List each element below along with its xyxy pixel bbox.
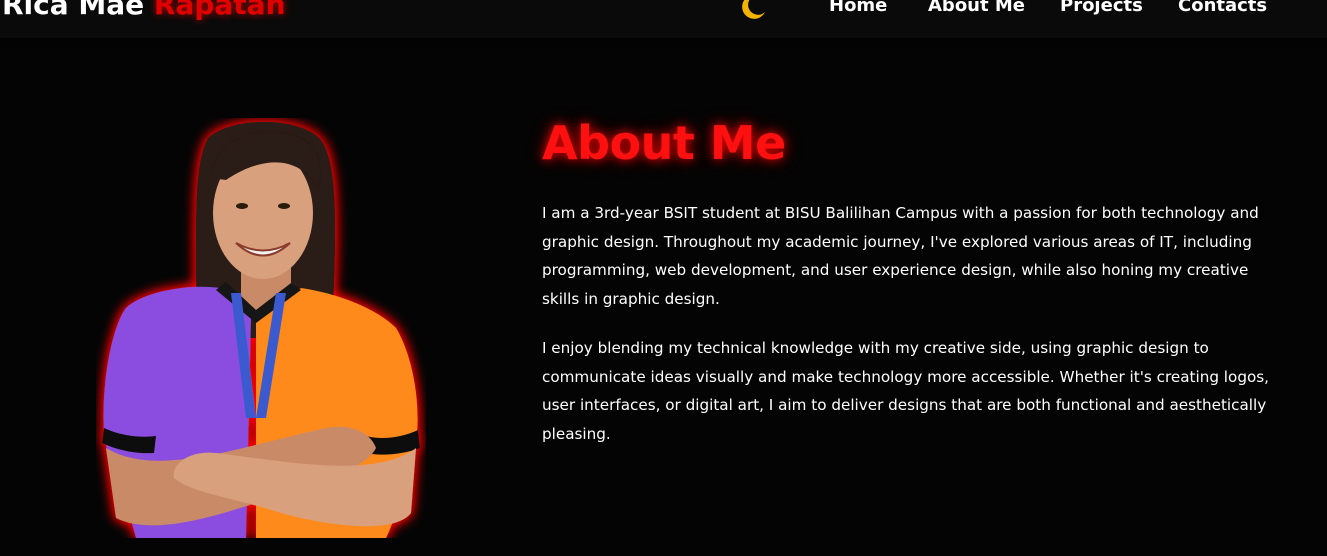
about-paragraph-2: I enjoy blending my technical knowledge … [542,339,1269,443]
profile-photo [102,121,420,538]
about-title: About Me [542,116,786,170]
brand-first-name: Rica Mae [2,0,145,21]
about-paragraph-1: I am a 3rd-year BSIT student at BISU Bal… [542,204,1259,308]
nav-link-about-me[interactable]: About Me [928,0,1025,16]
portfolio-page: Rica Mae Rapatan Home About Me Projects … [0,0,1327,556]
moon-icon[interactable] [738,0,768,22]
nav-link-home[interactable]: Home [829,0,887,16]
brand-logo[interactable]: Rica Mae Rapatan [2,0,286,21]
navbar: Rica Mae Rapatan Home About Me Projects … [0,0,1327,38]
nav-link-projects[interactable]: Projects [1060,0,1143,16]
nav-link-contacts[interactable]: Contacts [1178,0,1267,16]
brand-last-name: Rapatan [153,0,286,21]
